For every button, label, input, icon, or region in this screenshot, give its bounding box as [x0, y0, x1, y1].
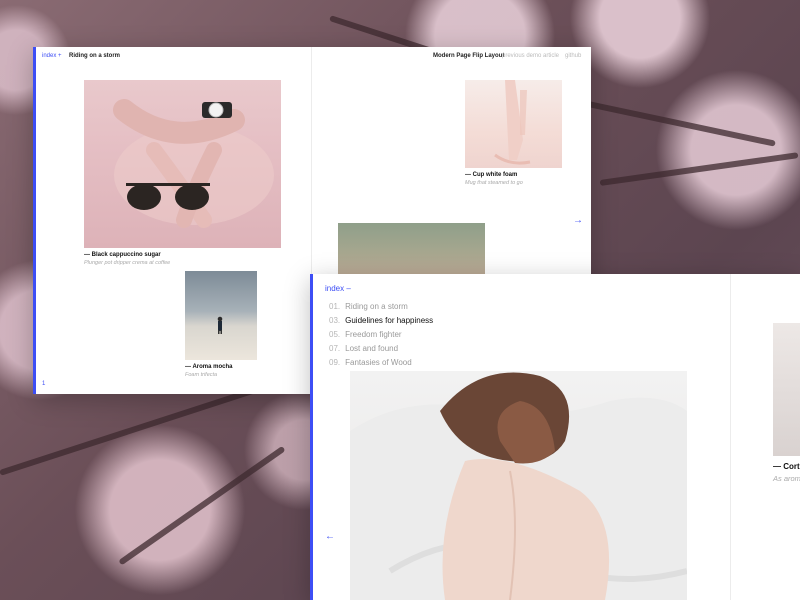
- side-item-title: — Cort: [773, 462, 800, 471]
- menu-item[interactable]: 05. Freedom fighter: [329, 330, 402, 339]
- menu-item[interactable]: 01. Riding on a storm: [329, 302, 408, 311]
- item-title: — Black cappuccino sugar: [84, 252, 161, 258]
- brand-title: Modern Page Flip Layout: [433, 53, 505, 59]
- side-image[interactable]: [773, 323, 800, 456]
- next-arrow-icon[interactable]: →: [573, 216, 583, 226]
- menu-item[interactable]: 07. Lost and found: [329, 344, 398, 353]
- item-subtitle: Foam trifecta: [185, 372, 218, 378]
- index-toggle[interactable]: index +: [42, 53, 62, 59]
- side-item-subtitle: As arom: [773, 474, 800, 483]
- hands-sunglasses-image[interactable]: [84, 80, 281, 248]
- item-title: — Aroma mocha: [185, 364, 233, 370]
- right-page-panel: index – 01. Riding on a storm 03. Guidelin…: [310, 274, 800, 600]
- github-link[interactable]: github: [565, 53, 581, 59]
- beach-figure-image[interactable]: [185, 271, 257, 360]
- page-divider: [730, 274, 731, 600]
- item-title: — Cup white foam: [465, 172, 518, 178]
- woman-bed-image[interactable]: [350, 371, 687, 600]
- article-link[interactable]: article: [543, 53, 559, 59]
- item-subtitle: Plunger pot dripper crema at coffee: [84, 260, 171, 266]
- ballet-feet-image[interactable]: [465, 80, 562, 168]
- menu-item[interactable]: 09. Fantasies of Wood: [329, 358, 412, 367]
- menu-item-active[interactable]: 03. Guidelines for happiness: [329, 316, 433, 325]
- page-title: Riding on a storm: [69, 53, 120, 59]
- previous-demo-link[interactable]: previous demo: [502, 53, 541, 59]
- item-subtitle: Mug that steamed to go: [465, 180, 523, 186]
- prev-arrow-icon[interactable]: ←: [325, 532, 335, 542]
- page-number: 1: [42, 381, 46, 387]
- index-toggle[interactable]: index –: [325, 284, 351, 293]
